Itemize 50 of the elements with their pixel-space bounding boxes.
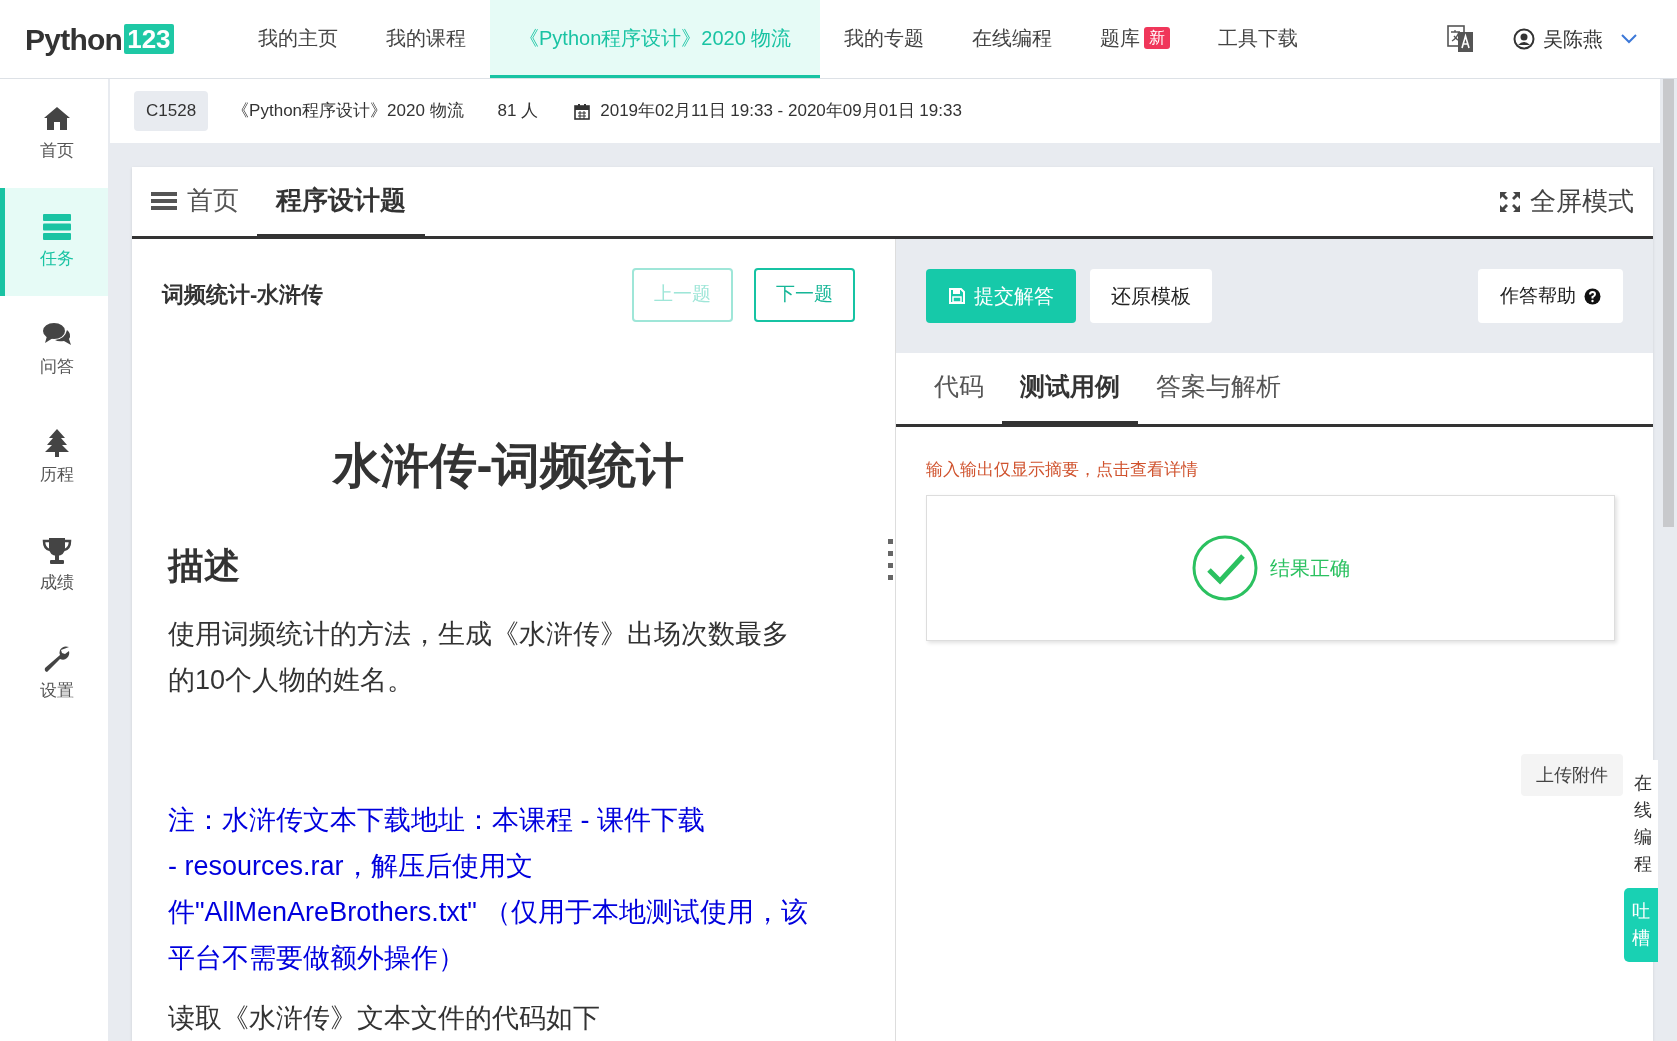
help-button[interactable]: 作答帮助 (1478, 269, 1623, 323)
logo-text[interactable]: Python (25, 16, 123, 62)
trophy-icon (41, 536, 72, 567)
check-circle-icon (1191, 534, 1258, 601)
user-avatar-icon (1513, 28, 1535, 50)
answer-tab[interactable]: 代码 (916, 353, 1002, 427)
sidebar-item[interactable]: 问答 (0, 296, 108, 404)
answer-tab[interactable]: 答案与解析 (1138, 353, 1299, 427)
nav-tab[interactable]: 在线编程 (948, 0, 1077, 78)
sidebar-item[interactable]: 历程 (0, 404, 108, 512)
answer-tab[interactable]: 测试用例 (1002, 353, 1138, 427)
description-paragraph: 使用词频统计的方法，生成《水浒传》出场次数最多的10个人物的姓名。 (167, 618, 790, 697)
drag-handle[interactable] (888, 539, 893, 580)
user-menu[interactable]: 吴陈燕 (1513, 24, 1637, 54)
fullscreen-button[interactable]: 全屏模式 (1498, 167, 1634, 236)
sidebar-item[interactable]: 成绩 (0, 512, 108, 620)
nav-tab[interactable]: 工具下载 (1194, 0, 1323, 78)
problem-title: 词频统计-水浒传 (162, 281, 324, 309)
upload-attachment-button[interactable]: 上传附件 (1521, 754, 1623, 796)
list-icon (41, 212, 72, 243)
reset-template-button[interactable]: 还原模板 (1090, 269, 1212, 323)
section-heading: 描述 (166, 544, 241, 588)
sidebar-item[interactable]: 首页 (0, 80, 108, 188)
note-line[interactable]: 平台不需要做额外操作） (168, 935, 855, 981)
course-name: 《Python程序设计》2020 物流 (232, 100, 464, 123)
result-text: 结果正确 (1269, 555, 1350, 581)
card-tab[interactable]: 首页 (151, 167, 257, 239)
nav-tab[interactable]: 题库 新 (1076, 0, 1195, 78)
list-icon (151, 190, 177, 211)
translate-icon[interactable] (1447, 24, 1475, 54)
nav-tab[interactable]: 我的课程 (362, 0, 490, 78)
note-line[interactable]: 件"AllMenAreBrothers.txt" （仅用于本地测试使用，该 (168, 889, 855, 935)
card-tab[interactable]: 程序设计题 (257, 167, 425, 239)
notice-text[interactable]: 输入输出仅显示摘要，点击查看详情 (926, 457, 1623, 483)
course-code: C1528 (134, 91, 209, 131)
description-paragraph: 读取《水浒传》文本文件的代码如下 (167, 1002, 601, 1035)
expand-icon (1498, 189, 1522, 214)
note-line[interactable]: 注：水浒传文本下载地址：本课程 - 课件下载 (168, 797, 855, 843)
member-count: 81 人 (497, 100, 539, 123)
chevron-down-icon (1621, 34, 1637, 44)
course-period: 2019年02月11日 19:33 - 2020年09月01日 19:33 (600, 100, 962, 123)
sidebar-item[interactable]: 设置 (0, 620, 108, 728)
nav-tab[interactable]: 我的专题 (820, 0, 949, 78)
calendar-icon (574, 102, 591, 120)
nav-tab[interactable]: 我的主页 (234, 0, 362, 78)
save-icon (948, 287, 966, 305)
help-icon (1584, 287, 1601, 305)
note-line[interactable]: - resources.rar，解压后使用文 (168, 843, 855, 889)
new-badge: 新 (1144, 26, 1171, 49)
problem-heading: 水浒传-词频统计 (331, 438, 686, 494)
